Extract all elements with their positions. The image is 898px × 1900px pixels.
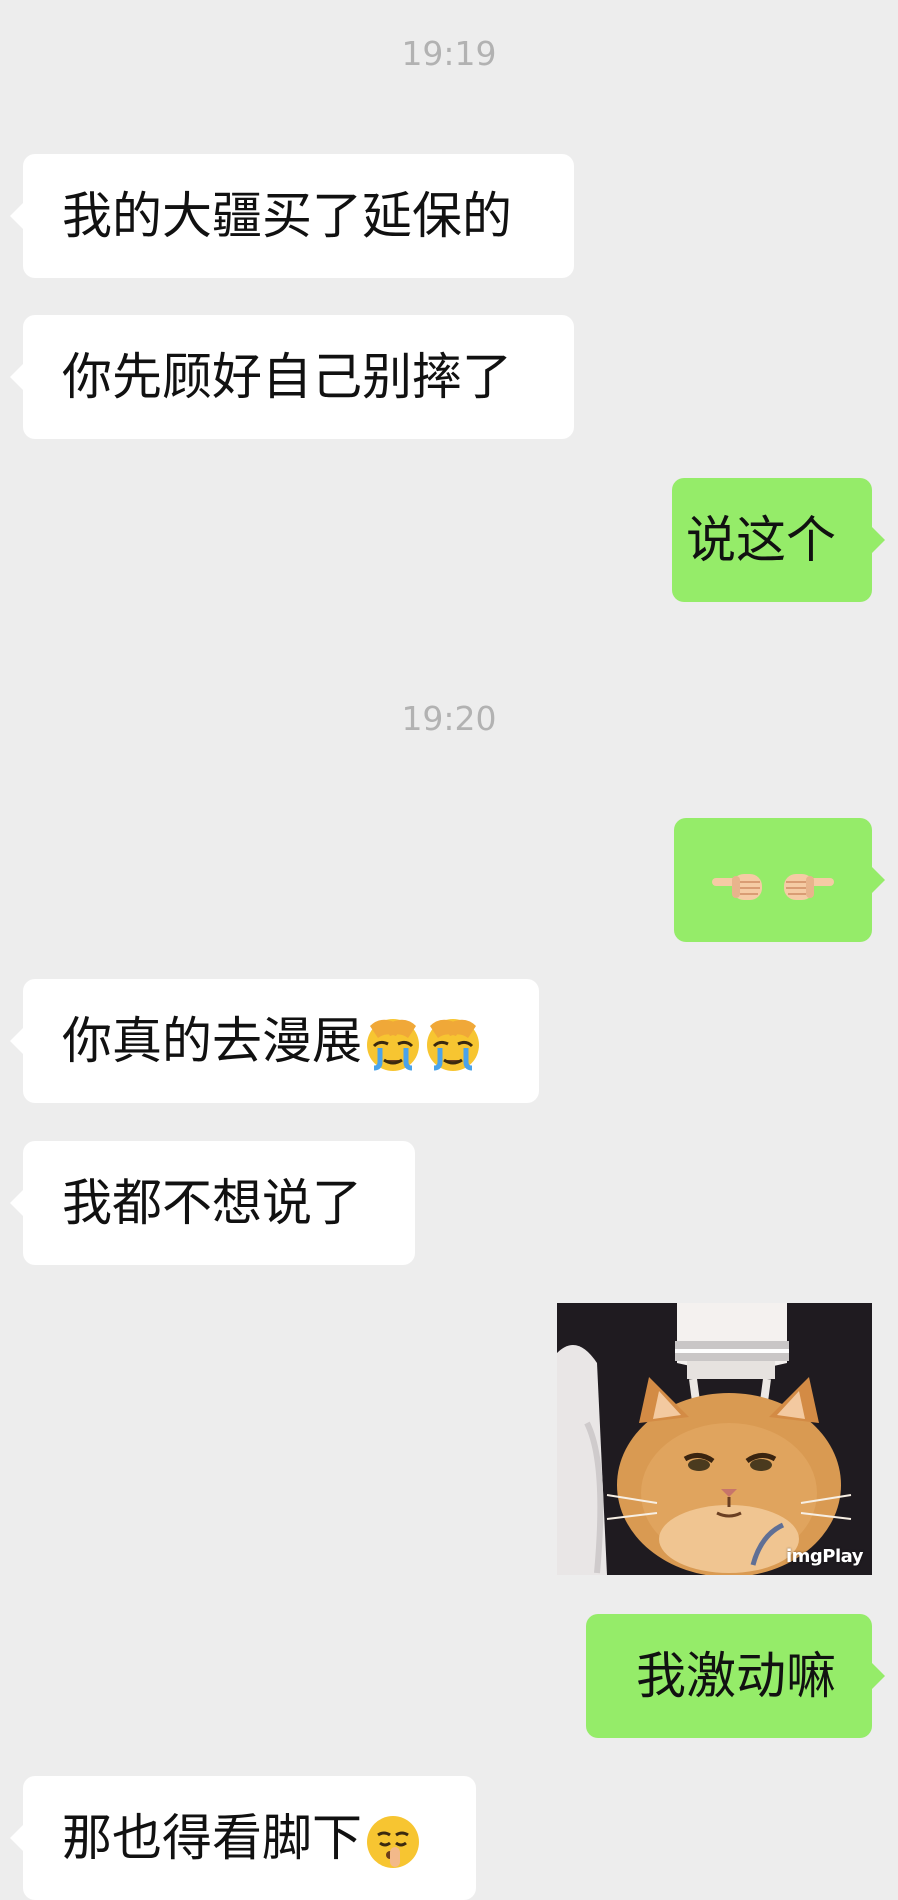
outgoing-message-bubble[interactable]: 说这个 <box>672 478 885 602</box>
face-palm-crying-icon <box>367 1018 419 1071</box>
message-text: 说这个 <box>686 511 836 569</box>
incoming-message-bubble[interactable]: 我都不想说了 <box>10 1141 415 1265</box>
cat-sticker-image[interactable]: imgPlay <box>557 1303 872 1575</box>
message-text: 我的大疆买了延保的 <box>62 187 512 245</box>
message-text: 那也得看脚下 <box>62 1809 362 1867</box>
message-text: 我激动嘛 <box>636 1647 836 1705</box>
outgoing-message-bubble[interactable] <box>674 818 885 942</box>
imgplay-watermark: imgPlay <box>786 1546 864 1567</box>
message-text: 你真的去漫展 <box>62 1012 362 1070</box>
incoming-message-bubble[interactable]: 你先顾好自己别摔了 <box>10 315 574 439</box>
incoming-message-bubble[interactable]: 你真的去漫展 <box>10 979 539 1103</box>
incoming-message-bubble[interactable]: 我的大疆买了延保的 <box>10 154 574 278</box>
cat-with-head-massager-image <box>557 1303 872 1575</box>
point-left-icon <box>712 873 762 900</box>
message-text: 我都不想说了 <box>62 1174 362 1232</box>
timestamp: 19:19 <box>401 34 497 73</box>
shushing-face-icon <box>367 1815 419 1868</box>
message-text: 你先顾好自己别摔了 <box>62 348 512 406</box>
timestamp: 19:20 <box>401 699 497 738</box>
outgoing-message-bubble[interactable]: 我激动嘛 <box>586 1614 885 1738</box>
point-right-icon <box>784 873 834 900</box>
incoming-message-bubble[interactable]: 那也得看脚下 <box>10 1776 476 1900</box>
face-palm-crying-icon <box>427 1018 479 1071</box>
